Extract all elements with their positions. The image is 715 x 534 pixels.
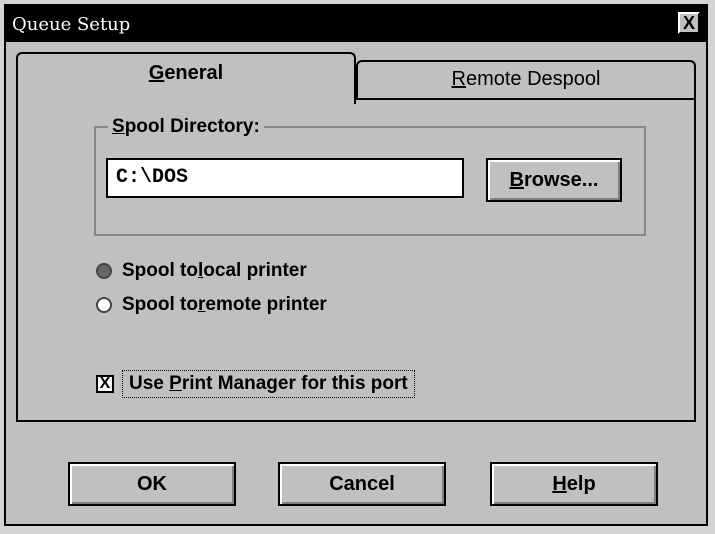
help-accel: H [552, 473, 567, 495]
radio-remote-label: emote printer [205, 294, 327, 315]
spool-directory-input[interactable]: C:\DOS [106, 158, 464, 198]
radio-local-label: ocal printer [203, 260, 307, 281]
spool-directory-accel: S [112, 116, 125, 137]
help-button[interactable]: Help [490, 462, 658, 506]
cancel-button[interactable]: Cancel [278, 462, 446, 506]
browse-accel: B [509, 169, 524, 191]
browse-label: rowse... [523, 169, 599, 191]
checkbox-label-pre: Use [129, 373, 170, 394]
radio-remote-label-pre: Spool to [122, 294, 198, 315]
browse-button[interactable]: Browse... [486, 158, 622, 202]
radio-remote-accel: r [197, 294, 206, 315]
ok-button[interactable]: OK [68, 462, 236, 506]
queue-setup-dialog: Queue Setup X General Remote Despool Spo… [4, 4, 708, 526]
use-print-manager-checkbox[interactable]: X Use Print Manager for this port [96, 370, 415, 398]
spool-directory-label-text: pool Directory: [124, 116, 260, 137]
spool-directory-label: Spool Directory: [108, 116, 264, 138]
help-label: elp [566, 473, 596, 495]
tab-general-label: eneral [164, 62, 224, 84]
general-tab-panel: Spool Directory: C:\DOS Browse... Spool … [16, 98, 696, 422]
checkbox-label-rest: rint Manager for this port [181, 373, 408, 394]
spool-directory-group: Spool Directory: C:\DOS Browse... [94, 116, 646, 236]
tab-remote-despool[interactable]: Remote Despool [356, 60, 696, 100]
tab-general[interactable]: General [16, 52, 356, 104]
title-bar: Queue Setup X [6, 6, 706, 42]
radio-spool-local[interactable]: Spool to l ocal printer [96, 260, 307, 282]
checkbox-checked-icon[interactable]: X [96, 375, 114, 393]
tab-general-accel: G [148, 62, 165, 84]
radio-spool-remote[interactable]: Spool to r emote printer [96, 294, 327, 316]
use-print-manager-label: Use Print Manager for this port [122, 370, 415, 398]
radio-unselected-icon[interactable] [96, 297, 112, 313]
tab-remote-accel: R [451, 68, 466, 90]
tab-remote-label: emote Despool [465, 68, 601, 90]
radio-local-label-pre: Spool to [122, 260, 198, 281]
tab-bar: General Remote Despool [16, 52, 696, 104]
radio-selected-icon[interactable] [96, 263, 112, 279]
close-icon[interactable]: X [678, 12, 700, 34]
checkbox-accel: P [169, 373, 182, 394]
window-title: Queue Setup [12, 14, 131, 35]
